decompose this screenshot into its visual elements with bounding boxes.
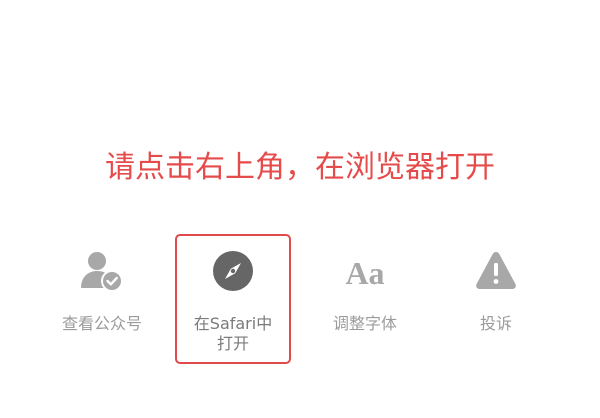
font-size-icon: Aa bbox=[345, 255, 384, 291]
open-in-safari-label-line2: 打开 bbox=[216, 334, 249, 353]
adjust-font-label: 调整字体 bbox=[332, 314, 397, 333]
warning-icon bbox=[476, 252, 516, 289]
page: 请点击右上角，在浏览器打开 查看公众号 在Safari中 打开 Aa 调整字体 … bbox=[0, 0, 600, 418]
open-in-safari-button[interactable]: 在Safari中 打开 bbox=[175, 234, 291, 364]
view-official-account-button[interactable]: 查看公众号 bbox=[44, 234, 160, 364]
report-button[interactable]: 投诉 bbox=[438, 234, 554, 364]
share-menu: 查看公众号 在Safari中 打开 Aa 调整字体 投诉 bbox=[44, 234, 556, 364]
adjust-font-button[interactable]: Aa 调整字体 bbox=[307, 234, 423, 364]
open-in-safari-label-line1: 在Safari中 bbox=[193, 314, 273, 333]
user-check-icon bbox=[81, 252, 123, 292]
open-in-safari-label: 在Safari中 打开 bbox=[177, 314, 289, 354]
view-official-account-label: 查看公众号 bbox=[61, 314, 142, 333]
open-in-browser-instruction: 请点击右上角，在浏览器打开 bbox=[105, 150, 495, 185]
report-label: 投诉 bbox=[479, 314, 512, 333]
font-size-icon-text: Aa bbox=[345, 255, 384, 291]
compass-icon bbox=[213, 251, 253, 291]
